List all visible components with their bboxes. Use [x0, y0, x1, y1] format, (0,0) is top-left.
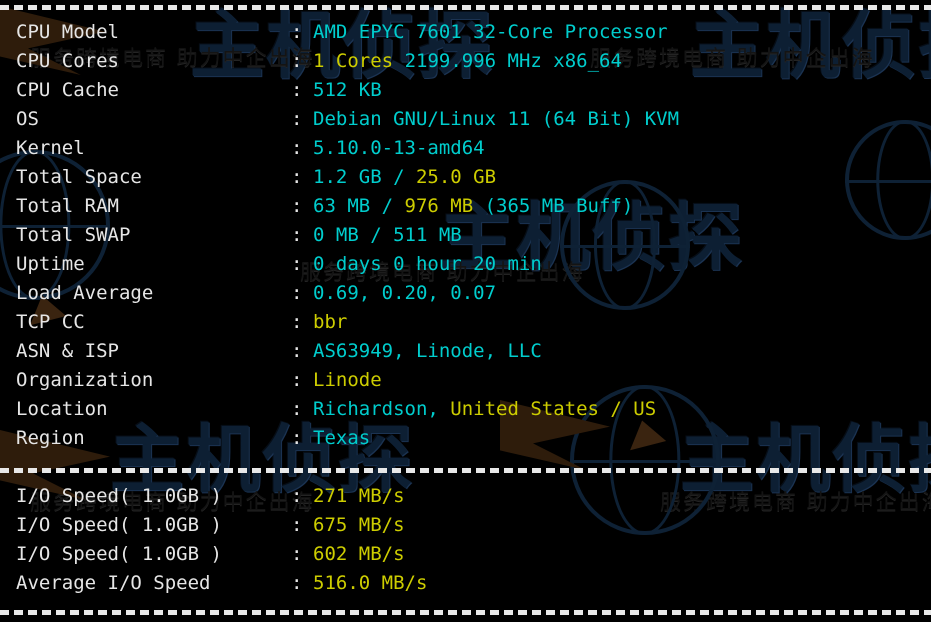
system-info-row-colon: :: [291, 366, 302, 395]
io-result-row-value: 271 MB/s: [313, 482, 405, 511]
terminal-output: CPU Model: AMD EPYC 7601 32-Core Processo…: [0, 0, 931, 622]
system-info-row-value-segment: 0 MB / 511 MB: [313, 224, 462, 246]
system-info-row-colon: :: [291, 308, 302, 337]
system-info-row-value: bbr: [313, 308, 347, 337]
system-info-row-label: ASN & ISP: [16, 337, 119, 366]
io-result-row-colon: :: [291, 540, 302, 569]
divider-middle: [0, 468, 931, 473]
system-info-row-colon: :: [291, 76, 302, 105]
system-info-row-colon: :: [291, 337, 302, 366]
system-info-row-label: Total Space: [16, 163, 142, 192]
io-result-row-colon: :: [291, 482, 302, 511]
system-info-row-label: CPU Cache: [16, 76, 119, 105]
system-info-row-value-segment: 976 MB: [405, 195, 474, 217]
io-result-row-label: I/O Speed( 1.0GB ): [16, 511, 222, 540]
system-info-row-value-segment: 1: [313, 50, 324, 72]
io-result-row-value-segment: 602 MB/s: [313, 543, 405, 565]
system-info-row-value: 1 Cores 2199.996 MHz x86_64: [313, 47, 622, 76]
system-info-row-value: 0 MB / 511 MB: [313, 221, 462, 250]
system-info-row-value-segment: [324, 50, 335, 72]
system-info-row-value-segment: Linode: [313, 369, 382, 391]
system-info-row-colon: :: [291, 250, 302, 279]
system-info-row-colon: :: [291, 105, 302, 134]
io-result-row-colon: :: [291, 569, 302, 598]
io-result-row-value: 516.0 MB/s: [313, 569, 427, 598]
io-result-row-value-segment: 271 MB/s: [313, 485, 405, 507]
system-info-row-colon: :: [291, 47, 302, 76]
system-info-row-colon: :: [291, 18, 302, 47]
system-info-row-label: Kernel: [16, 134, 85, 163]
system-info-row-colon: :: [291, 279, 302, 308]
system-info-row-colon: :: [291, 163, 302, 192]
io-result-row-value: 675 MB/s: [313, 511, 405, 540]
system-info-row-value: Debian GNU/Linux 11 (64 Bit) KVM: [313, 105, 679, 134]
system-info-row-label: CPU Cores: [16, 47, 119, 76]
system-info-row-value: 0 days 0 hour 20 min: [313, 250, 542, 279]
system-info-row-value: Texas: [313, 424, 370, 453]
divider-top: [0, 5, 931, 10]
system-info-row-label: Region: [16, 424, 85, 453]
io-result-row-label: I/O Speed( 1.0GB ): [16, 540, 222, 569]
system-info-row-colon: :: [291, 221, 302, 250]
system-info-row-value: 1.2 GB / 25.0 GB: [313, 163, 496, 192]
system-info-row-colon: :: [291, 134, 302, 163]
io-result-row-value-segment: 675 MB/s: [313, 514, 405, 536]
system-info-row-value-segment: AMD EPYC 7601 32-Core Processor: [313, 21, 668, 43]
io-result-row-value-segment: 516.0 MB/s: [313, 572, 427, 594]
io-result-row-label: Average I/O Speed: [16, 569, 210, 598]
system-info-row-value: 63 MB / 976 MB (365 MB Buff): [313, 192, 633, 221]
system-info-row-label: OS: [16, 105, 39, 134]
system-info-row-label: Load Average: [16, 279, 153, 308]
system-info-row-value-segment: Texas: [313, 427, 370, 449]
system-info-row-value-segment: 512 KB: [313, 79, 382, 101]
system-info-row-label: TCP CC: [16, 308, 85, 337]
system-info-row-value: AS63949, Linode, LLC: [313, 337, 542, 366]
system-info-row-value: AMD EPYC 7601 32-Core Processor: [313, 18, 668, 47]
io-result-row-label: I/O Speed( 1.0GB ): [16, 482, 222, 511]
system-info-row-value-segment: United States / US: [450, 398, 656, 420]
system-info-row-value: 512 KB: [313, 76, 382, 105]
io-result-row-colon: :: [291, 511, 302, 540]
system-info-row-value-segment: 0.69, 0.20, 0.07: [313, 282, 496, 304]
system-info-row-value-segment: (365 MB Buff): [473, 195, 633, 217]
io-result-row-value: 602 MB/s: [313, 540, 405, 569]
system-info-row-value-segment: bbr: [313, 311, 347, 333]
system-info-row-value: Linode: [313, 366, 382, 395]
system-info-row-value: Richardson, United States / US: [313, 395, 656, 424]
system-info-row-label: Organization: [16, 366, 153, 395]
system-info-row-value-segment: [393, 50, 404, 72]
system-info-row-colon: :: [291, 192, 302, 221]
system-info-row-value-segment: AS63949, Linode, LLC: [313, 340, 542, 362]
system-info-row-colon: :: [291, 395, 302, 424]
system-info-row-value-segment: 0 days 0 hour 20 min: [313, 253, 542, 275]
system-info-row-value-segment: Cores: [336, 50, 393, 72]
system-info-row-label: Total RAM: [16, 192, 119, 221]
system-info-row-value-segment: 5.10.0-13-amd64: [313, 137, 485, 159]
system-info-row-value: 5.10.0-13-amd64: [313, 134, 485, 163]
system-info-row-value: 0.69, 0.20, 0.07: [313, 279, 496, 308]
system-info-row-label: Uptime: [16, 250, 85, 279]
divider-bottom: [0, 610, 931, 615]
system-info-row-label: Location: [16, 395, 108, 424]
system-info-row-colon: :: [291, 424, 302, 453]
system-info-row-label: CPU Model: [16, 18, 119, 47]
system-info-row-value-segment: 25.0 GB: [416, 166, 496, 188]
system-info-row-value-segment: 1.2 GB /: [313, 166, 416, 188]
system-info-row-label: Total SWAP: [16, 221, 130, 250]
system-info-row-value-segment: Richardson,: [313, 398, 450, 420]
system-info-row-value-segment: 2199.996 MHz x86_64: [405, 50, 622, 72]
system-info-row-value-segment: Debian GNU/Linux 11 (64 Bit) KVM: [313, 108, 679, 130]
system-info-row-value-segment: 63 MB /: [313, 195, 405, 217]
